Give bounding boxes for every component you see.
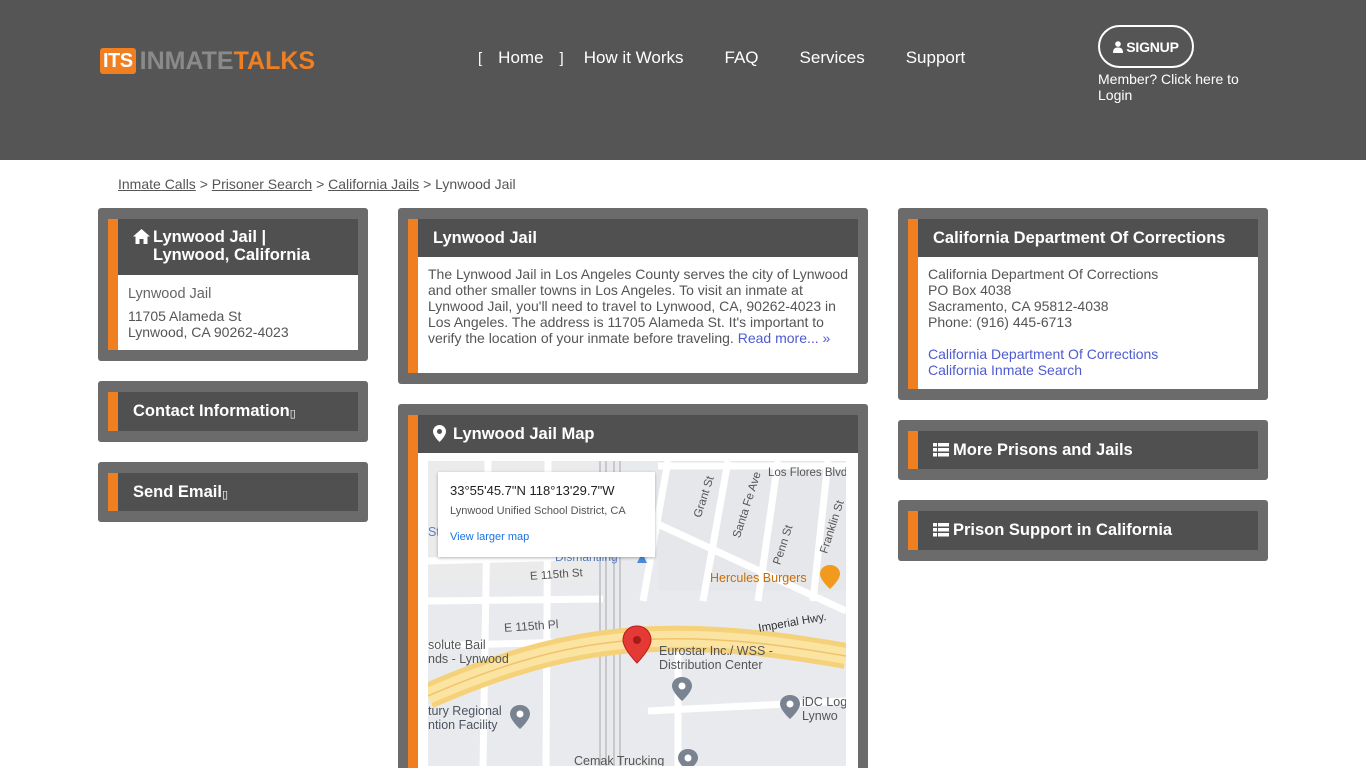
view-larger-map-link[interactable]: View larger map — [450, 531, 643, 543]
list-icon — [933, 523, 949, 537]
facility-card-header: Lynwood Jail | Lynwood, California — [118, 219, 358, 275]
home-icon — [133, 229, 150, 244]
prison-support-card-inner: Prison Support in California — [908, 511, 1258, 550]
doc-inmate-search-link[interactable]: California Inmate Search — [928, 362, 1248, 378]
doc-card-header: California Department Of Corrections — [918, 219, 1258, 257]
about-card-title: Lynwood Jail — [433, 229, 537, 247]
map-label-eurostar1: Eurostar Inc./ WSS - — [659, 644, 773, 658]
doc-card: California Department Of Corrections Cal… — [898, 208, 1268, 400]
send-email-card-title: Send Email — [133, 483, 222, 501]
embedded-map[interactable]: Los Flores Blvd Grant St Santa Fe Ave Pe… — [428, 461, 846, 766]
breadcrumb-separator: > — [199, 176, 208, 192]
facility-card-title: Lynwood Jail | Lynwood, California — [153, 228, 311, 264]
map-popup-coordinates: 33°55'45.7"N 118°13'29.7"W — [450, 483, 615, 498]
contact-card-inner: Contact Information ▯ — [108, 392, 358, 431]
doc-card-title: California Department Of Corrections — [933, 229, 1226, 247]
site-header: ITS INMATETALKS [ Home ] How it Works FA… — [0, 0, 1366, 160]
doc-po-box: PO Box 4038 — [928, 282, 1012, 298]
map-label-regional1: tury Regional — [428, 704, 502, 718]
prison-support-card[interactable]: Prison Support in California — [898, 500, 1268, 561]
facility-card-inner: Lynwood Jail | Lynwood, California Lynwo… — [108, 219, 358, 350]
doc-city: Sacramento, CA 95812-4038 — [928, 298, 1109, 314]
breadcrumb-separator: > — [423, 176, 432, 192]
breadcrumb-california-jails[interactable]: California Jails — [328, 176, 419, 192]
signup-label: SIGNUP — [1126, 38, 1179, 55]
facility-street: 11705 Alameda St — [128, 308, 242, 324]
list-icon — [933, 443, 949, 457]
contact-card[interactable]: Contact Information ▯ — [98, 381, 368, 442]
map-card: Lynwood Jail Map Los Flores Blvd Grant S… — [398, 404, 868, 768]
nav-home[interactable]: Home — [498, 48, 543, 68]
map-marker-icon — [433, 425, 446, 442]
breadcrumb: Inmate Calls > Prisoner Search > Califor… — [118, 176, 516, 192]
map-label-bail2: nds - Lynwood — [428, 652, 509, 666]
nav-bracket-right: ] — [559, 49, 564, 67]
nav-support[interactable]: Support — [906, 48, 966, 68]
logo-wordmark: INMATETALKS — [140, 48, 315, 74]
nav-bracket-left: [ — [478, 49, 483, 67]
map-label-regional2: ntion Facility — [428, 718, 498, 732]
map-card-header: Lynwood Jail Map — [418, 415, 858, 453]
facility-card: Lynwood Jail | Lynwood, California Lynwo… — [98, 208, 368, 361]
breadcrumb-current: Lynwood Jail — [435, 176, 516, 192]
doc-name: California Department Of Corrections — [928, 266, 1159, 282]
doc-website-link[interactable]: California Department Of Corrections — [928, 346, 1248, 362]
send-email-card-inner: Send Email ▯ — [108, 473, 358, 511]
expand-icon: ▯ — [289, 408, 296, 420]
expand-icon: ▯ — [221, 489, 229, 501]
about-card: Lynwood Jail The Lynwood Jail in Los Ang… — [398, 208, 868, 384]
doc-phone: Phone: (916) 445-6713 — [928, 314, 1072, 330]
nav-how-it-works[interactable]: How it Works — [584, 48, 684, 68]
map-wrap: Los Flores Blvd Grant St Santa Fe Ave Pe… — [418, 453, 858, 766]
doc-card-inner: California Department Of Corrections Cal… — [908, 219, 1258, 389]
map-label-idc2: Lynwo — [802, 709, 838, 723]
map-label-cemak: Cemak Trucking — [574, 754, 665, 766]
login-link[interactable]: Member? Click here to Login — [1098, 71, 1268, 103]
send-email-card[interactable]: Send Email ▯ — [98, 462, 368, 522]
facility-card-body: Lynwood Jail 11705 Alameda St Lynwood, C… — [118, 275, 358, 346]
more-prisons-card[interactable]: More Prisons and Jails — [898, 420, 1268, 480]
map-label-idc1: iDC Log — [802, 695, 846, 709]
nav-services[interactable]: Services — [800, 48, 865, 68]
more-prisons-card-header[interactable]: More Prisons and Jails — [918, 431, 1258, 469]
read-more-link[interactable]: Read more... » — [738, 330, 831, 346]
contact-card-title: Contact Information — [133, 402, 290, 420]
breadcrumb-separator: > — [316, 176, 325, 192]
map-label-eurostar2: Distribution Center — [659, 658, 763, 672]
facility-city: Lynwood, CA 90262-4023 — [128, 324, 289, 340]
contact-card-header[interactable]: Contact Information ▯ — [118, 392, 358, 431]
main-nav: [ Home ] How it Works FAQ Services Suppo… — [478, 48, 965, 68]
more-prisons-title: More Prisons and Jails — [953, 441, 1133, 459]
map-popup-district: Lynwood Unified School District, CA — [450, 505, 626, 517]
map-card-title: Lynwood Jail Map — [453, 425, 595, 443]
send-email-card-header[interactable]: Send Email ▯ — [118, 473, 358, 511]
user-icon — [1113, 40, 1124, 53]
signup-button[interactable]: SIGNUP — [1098, 25, 1194, 68]
about-card-body: The Lynwood Jail in Los Angeles County s… — [418, 257, 858, 352]
about-card-inner: Lynwood Jail The Lynwood Jail in Los Ang… — [408, 219, 858, 373]
nav-home-wrap: [ Home ] — [478, 48, 564, 68]
logo-inmate-text: INMATE — [139, 47, 234, 75]
breadcrumb-prisoner-search[interactable]: Prisoner Search — [212, 176, 312, 192]
map-info-popup: 33°55'45.7"N 118°13'29.7"W Lynwood Unifi… — [438, 472, 655, 557]
logo-badge: ITS — [100, 48, 136, 74]
breadcrumb-inmate-calls[interactable]: Inmate Calls — [118, 176, 196, 192]
map-label-hercules: Hercules Burgers — [710, 571, 807, 585]
nav-faq[interactable]: FAQ — [725, 48, 759, 68]
map-card-inner: Lynwood Jail Map Los Flores Blvd Grant S… — [408, 415, 858, 768]
more-prisons-card-inner: More Prisons and Jails — [908, 431, 1258, 469]
logo-talks-text: TALKS — [233, 47, 316, 75]
site-logo[interactable]: ITS INMATETALKS — [100, 47, 315, 75]
facility-name: Lynwood Jail — [128, 286, 212, 302]
doc-card-body: California Department Of Corrections PO … — [918, 257, 1258, 384]
prison-support-title: Prison Support in California — [953, 521, 1173, 539]
prison-support-card-header[interactable]: Prison Support in California — [918, 511, 1258, 550]
map-label-bail1: solute Bail — [428, 638, 486, 652]
about-card-header: Lynwood Jail — [418, 219, 858, 257]
map-label-los-flores: Los Flores Blvd — [768, 467, 846, 479]
